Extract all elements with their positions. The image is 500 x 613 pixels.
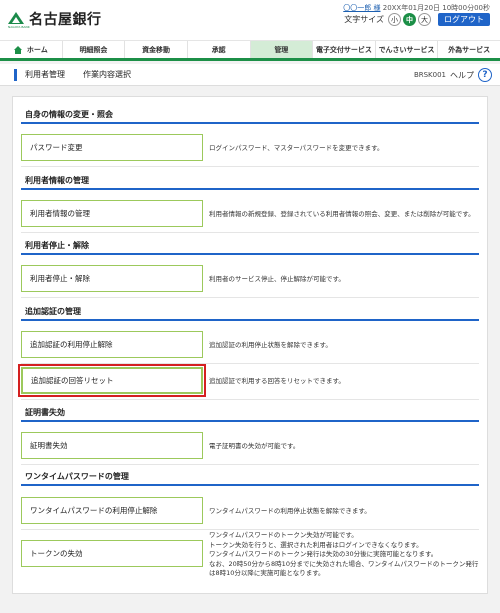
- last-login-time: 20XX年01月20日 10時00分00秒: [382, 4, 490, 12]
- row-divider: [21, 399, 479, 400]
- auth-unlock-button[interactable]: 追加認証の利用停止解除: [21, 331, 203, 358]
- user-name-link[interactable]: 〇〇一郎 様: [343, 4, 380, 12]
- section-heading-self-info: 自身の情報の変更・照会: [25, 110, 113, 119]
- font-size-large-button[interactable]: 大: [418, 13, 431, 26]
- global-nav: ホーム 明細照会 資金移動 承認 管理 電子交付サービス でんさいサービス 外為…: [0, 40, 500, 61]
- user-info: 〇〇一郎 様 20XX年01月20日 10時00分00秒: [343, 3, 490, 13]
- password-change-button[interactable]: パスワード変更: [21, 134, 203, 161]
- page-title: 利用者管理: [25, 70, 65, 79]
- nav-transfer[interactable]: 資金移動: [125, 41, 188, 58]
- section-rule: [21, 420, 479, 422]
- section-heading-user-suspend: 利用者停止・解除: [25, 241, 89, 250]
- section-rule: [21, 484, 479, 486]
- auth-unlock-desc: 追加認証の利用停止状態を解除できます。: [209, 341, 332, 349]
- row-divider: [21, 363, 479, 364]
- font-size-switcher: 文字サイズ 小 中 大 ログアウト: [344, 13, 490, 26]
- user-suspend-button[interactable]: 利用者停止・解除: [21, 265, 203, 292]
- nav-management[interactable]: 管理: [250, 41, 314, 58]
- font-size-medium-button[interactable]: 中: [403, 13, 416, 26]
- nav-forex[interactable]: 外為サービス: [438, 41, 500, 58]
- token-revoke-desc-line: ワンタイムパスワードのトークン発行は失効の30分後に実施可能となります。: [209, 550, 438, 558]
- auth-answer-reset-button[interactable]: 追加認証の回答リセット: [18, 364, 206, 397]
- section-heading-user-info: 利用者情報の管理: [25, 176, 89, 185]
- nav-densai[interactable]: でんさいサービス: [376, 41, 439, 58]
- otp-unlock-button[interactable]: ワンタイムパスワードの利用停止解除: [21, 497, 203, 524]
- bank-name: 名古屋銀行: [29, 12, 102, 28]
- font-size-small-button[interactable]: 小: [388, 13, 401, 26]
- section-rule: [21, 122, 479, 124]
- nav-approval[interactable]: 承認: [188, 41, 251, 58]
- password-change-desc: ログインパスワード、マスターパスワードを変更できます。: [209, 144, 384, 152]
- token-revoke-button[interactable]: トークンの失効: [21, 540, 203, 567]
- app-header: NAGOYA BANK 名古屋銀行 〇〇一郎 様 20XX年01月20日 10時…: [0, 0, 500, 40]
- row-divider: [21, 464, 479, 465]
- otp-unlock-desc: ワンタイムパスワードの利用停止状態を解除できます。: [209, 507, 371, 515]
- nav-home[interactable]: ホーム: [0, 41, 63, 58]
- row-divider: [21, 529, 479, 530]
- bank-logo: NAGOYA BANK 名古屋銀行: [8, 9, 102, 29]
- bank-logo-icon: NAGOYA BANK: [8, 11, 30, 29]
- nav-home-label: ホーム: [26, 45, 48, 54]
- token-revoke-desc-line: ワンタイムパスワードのトークン失効が可能です。: [209, 531, 358, 539]
- token-revoke-desc-line: トークン失効を行うと、選択された利用者はログインできなくなります。: [209, 540, 423, 549]
- page-titlebar: 利用者管理 作業内容選択 BRSK001 ヘルプ ?: [0, 64, 500, 86]
- token-revoke-desc: ワンタイムパスワードのトークン失効が可能です。 トークン失効を行うと、選択された…: [209, 531, 478, 579]
- user-suspend-desc: 利用者のサービス停止、停止解除が可能です。: [209, 275, 345, 283]
- token-revoke-desc-line: は8時10分以降に実施可能となります。: [209, 569, 325, 577]
- row-divider: [21, 232, 479, 233]
- help-icon[interactable]: ?: [478, 68, 492, 82]
- token-revoke-desc-line: なお、20時50分から8時10分までに失効された場合、ワンタイムパスワードのトー…: [209, 559, 479, 568]
- nav-electronic-delivery[interactable]: 電子交付サービス: [313, 41, 376, 58]
- logo-subtext: NAGOYA BANK: [8, 25, 30, 29]
- menu-panel: 自身の情報の変更・照会 パスワード変更 ログインパスワード、マスターパスワードを…: [12, 96, 488, 594]
- user-info-manage-desc: 利用者情報の新規登録、登録されている利用者情報の照会、変更、または削除が可能です…: [209, 210, 475, 218]
- section-rule: [21, 319, 479, 321]
- auth-answer-reset-desc: 追加認証で利用する回答をリセットできます。: [209, 377, 345, 385]
- title-accent-bar: [14, 68, 17, 81]
- page-subtitle: 作業内容選択: [83, 70, 131, 79]
- section-heading-additional-auth: 追加認証の管理: [25, 307, 81, 316]
- home-icon: [13, 45, 23, 54]
- help-link[interactable]: ヘルプ: [450, 70, 474, 81]
- row-divider: [21, 166, 479, 167]
- section-heading-certificate: 証明書失効: [25, 408, 65, 417]
- section-heading-otp: ワンタイムパスワードの管理: [25, 472, 129, 481]
- nav-statement[interactable]: 明細照会: [63, 41, 126, 58]
- certificate-revoke-button[interactable]: 証明書失効: [21, 432, 203, 459]
- logout-button[interactable]: ログアウト: [438, 13, 490, 26]
- screen-id: BRSK001: [413, 71, 446, 79]
- user-info-manage-button[interactable]: 利用者情報の管理: [21, 200, 203, 227]
- row-divider: [21, 297, 479, 298]
- section-rule: [21, 188, 479, 190]
- certificate-revoke-desc: 電子証明書の失効が可能です。: [209, 442, 300, 450]
- font-size-label: 文字サイズ: [344, 15, 384, 24]
- section-rule: [21, 253, 479, 255]
